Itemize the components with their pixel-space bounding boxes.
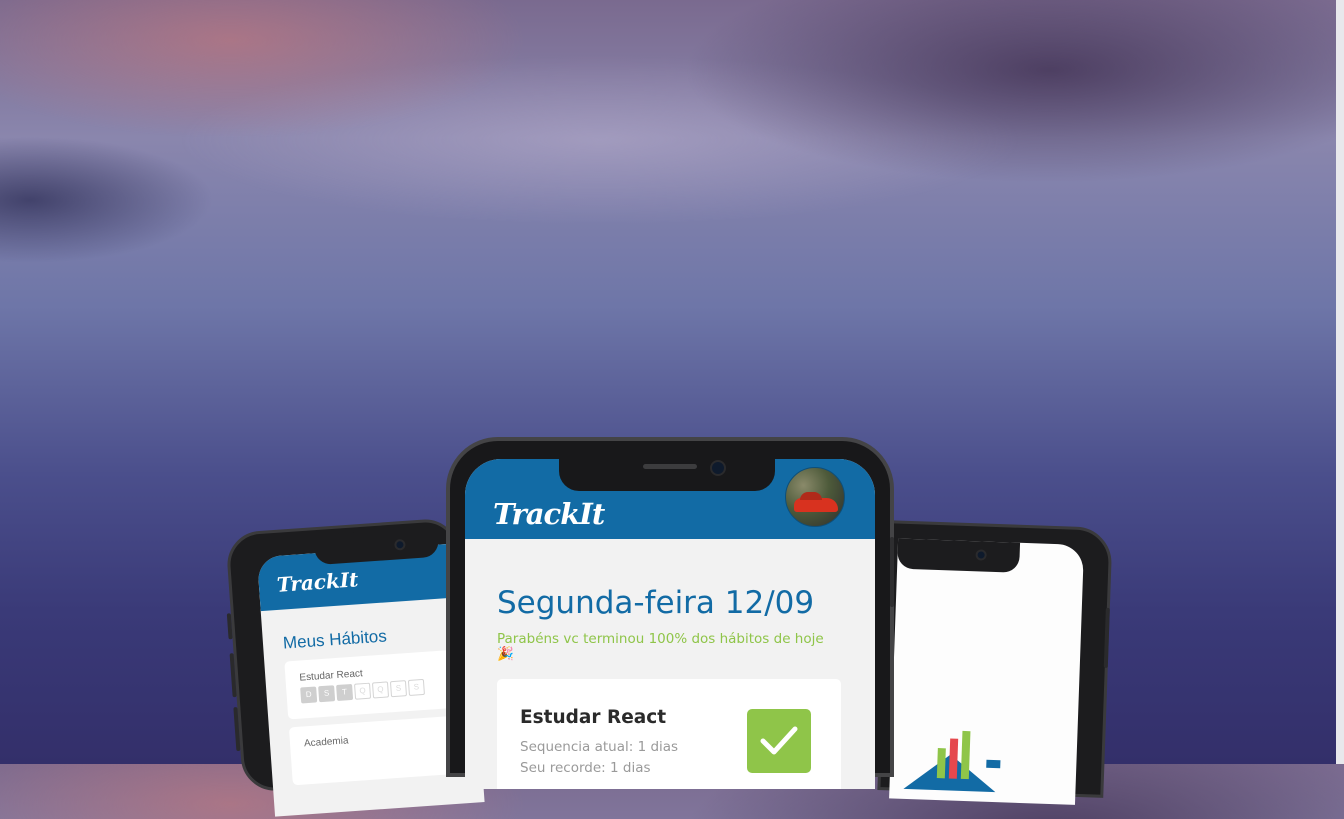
weekday-selector: D S T Q Q S S xyxy=(300,678,425,704)
habit-card: Estudar React Sequencia atual: 1 dias Se… xyxy=(497,679,841,789)
habit-name: Estudar React xyxy=(299,668,364,684)
weekday-toggle[interactable]: Q xyxy=(371,681,390,699)
weekday-toggle[interactable]: S xyxy=(407,678,425,696)
weekday-toggle[interactable]: D xyxy=(300,686,318,704)
right-phone-screen xyxy=(889,538,1085,805)
left-phone-mockup: TrackIt Meus Hábitos Estudar React D S T… xyxy=(225,517,485,817)
page-title: Segunda-feira 12/09 xyxy=(497,585,815,621)
current-streak: Sequencia atual: 1 dias xyxy=(520,739,679,755)
habit-name: Academia xyxy=(303,735,349,750)
avatar[interactable] xyxy=(785,467,845,527)
weekday-toggle[interactable]: S xyxy=(389,680,408,698)
center-phone-screen: TrackIt Segunda-feira 12/09 Parabéns vc … xyxy=(465,459,875,789)
splash-logo-icon xyxy=(903,730,1001,793)
center-phone-mockup: TrackIt Segunda-feira 12/09 Parabéns vc … xyxy=(446,437,894,789)
phone-side-button xyxy=(890,537,894,607)
edge-strip xyxy=(1336,0,1344,764)
habit-name: Estudar React xyxy=(520,707,667,728)
habit-check-button[interactable] xyxy=(747,709,811,773)
weekday-toggle[interactable]: S xyxy=(318,685,336,703)
weekday-toggle[interactable]: T xyxy=(336,683,354,702)
habit-card[interactable]: Academia xyxy=(288,715,463,786)
avatar-car-icon xyxy=(794,492,838,512)
app-logo: TrackIt xyxy=(493,497,605,531)
phone-speaker xyxy=(643,464,697,469)
habit-card[interactable]: Estudar React D S T Q Q S S xyxy=(284,649,458,720)
page-title: Meus Hábitos xyxy=(282,626,388,653)
progress-message: Parabéns vc terminou 100% dos hábitos de… xyxy=(497,631,824,662)
weekday-toggle[interactable]: Q xyxy=(354,682,372,700)
record-streak: Seu recorde: 1 dias xyxy=(520,760,651,776)
phone-notch xyxy=(897,538,1021,573)
right-phone-mockup xyxy=(877,520,1113,805)
app-logo: TrackIt xyxy=(276,567,360,597)
checkmark-icon xyxy=(760,726,798,755)
front-camera xyxy=(710,460,726,476)
phone-side-button xyxy=(1103,607,1110,668)
